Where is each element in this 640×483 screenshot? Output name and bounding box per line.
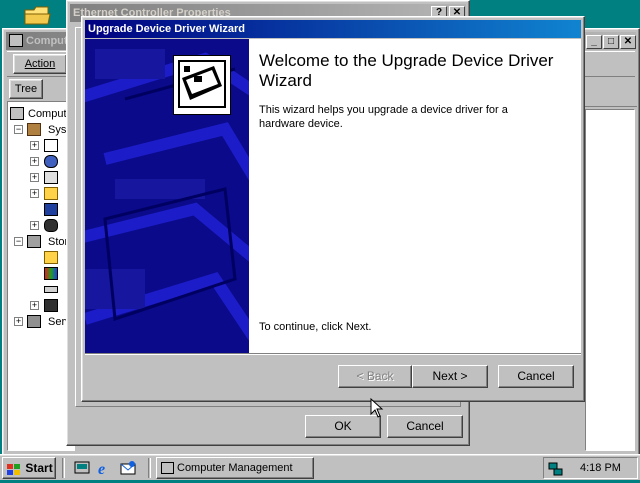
wizard-description: This wizard helps you upgrade a device d… <box>259 104 508 130</box>
next-button[interactable]: Next > <box>412 365 488 388</box>
computer-icon <box>10 107 24 120</box>
taskbar: Start e Computer Management 4:18 PM <box>0 454 640 480</box>
right-panel-top <box>585 77 637 107</box>
mouse-cursor-icon <box>370 398 384 418</box>
outlook-express-icon[interactable] <box>120 460 136 476</box>
performance-icon <box>44 171 58 184</box>
wizard-continue-text: To continue, click Next. <box>259 321 372 333</box>
storage-icon <box>27 235 41 248</box>
wizard-titlebar[interactable]: Upgrade Device Driver Wizard <box>85 20 581 38</box>
system-info-icon <box>44 155 58 168</box>
expand-icon[interactable]: + <box>30 141 39 150</box>
tab-tree[interactable]: Tree <box>9 79 43 99</box>
start-button[interactable]: Start <box>2 457 56 479</box>
taskbar-item-computer-management[interactable]: Computer Management <box>156 457 314 479</box>
services-icon <box>27 315 41 328</box>
wizard-content: Welcome to the Upgrade Device Driver Wiz… <box>249 39 581 353</box>
folder-icon <box>44 187 58 200</box>
close-button[interactable]: ✕ <box>620 35 636 49</box>
defragmenter-icon <box>44 267 58 280</box>
folder-icon <box>44 251 58 264</box>
tree-pane[interactable]: Comput − Syst + + + + + − Stor + + Serv <box>7 101 75 451</box>
tools-icon <box>27 123 41 136</box>
expand-icon[interactable]: + <box>30 301 39 310</box>
drive-icon <box>44 286 58 293</box>
wizard-side-panel <box>85 39 249 353</box>
computer-icon <box>161 462 174 474</box>
collapse-icon[interactable]: − <box>14 237 23 246</box>
properties-cancel-button[interactable]: Cancel <box>387 415 463 438</box>
upgrade-driver-wizard: Upgrade Device Driver Wizard Welcome to … <box>81 16 585 402</box>
expand-icon[interactable]: + <box>30 189 39 198</box>
quick-launch-divider-2 <box>148 458 151 478</box>
action-menu[interactable]: Action <box>13 54 67 74</box>
wizard-separator <box>85 353 581 355</box>
system-tray: 4:18 PM <box>543 457 638 479</box>
show-desktop-icon[interactable] <box>74 460 90 476</box>
minimize-button[interactable]: _ <box>586 35 602 49</box>
quick-launch-divider <box>62 458 65 478</box>
expand-icon[interactable]: + <box>30 157 39 166</box>
clock[interactable]: 4:18 PM <box>580 462 621 474</box>
details-pane[interactable] <box>585 109 635 451</box>
removable-storage-icon <box>44 299 58 312</box>
expand-icon[interactable]: + <box>30 173 39 182</box>
ok-button[interactable]: OK <box>305 415 381 438</box>
back-button[interactable]: < Back <box>338 365 412 388</box>
wizard-hardware-icon <box>173 55 231 115</box>
windows-logo-icon <box>6 462 22 475</box>
internet-explorer-icon[interactable]: e <box>97 460 113 478</box>
folder-icon <box>24 6 51 25</box>
collapse-icon[interactable]: − <box>14 125 23 134</box>
event-viewer-icon <box>44 139 58 152</box>
desktop-folder-icon[interactable] <box>22 2 52 26</box>
device-card-icon <box>178 60 226 108</box>
users-icon <box>44 219 58 232</box>
network-icon[interactable] <box>548 461 564 477</box>
wizard-cancel-button[interactable]: Cancel <box>498 365 574 388</box>
expand-icon[interactable]: + <box>14 317 23 326</box>
expand-icon[interactable]: + <box>30 221 39 230</box>
svg-text:e: e <box>98 461 105 476</box>
maximize-button[interactable]: □ <box>603 35 619 49</box>
computer-icon <box>9 34 23 47</box>
device-manager-icon <box>44 203 58 216</box>
wizard-heading: Welcome to the Upgrade Device Driver Wiz… <box>259 51 554 90</box>
